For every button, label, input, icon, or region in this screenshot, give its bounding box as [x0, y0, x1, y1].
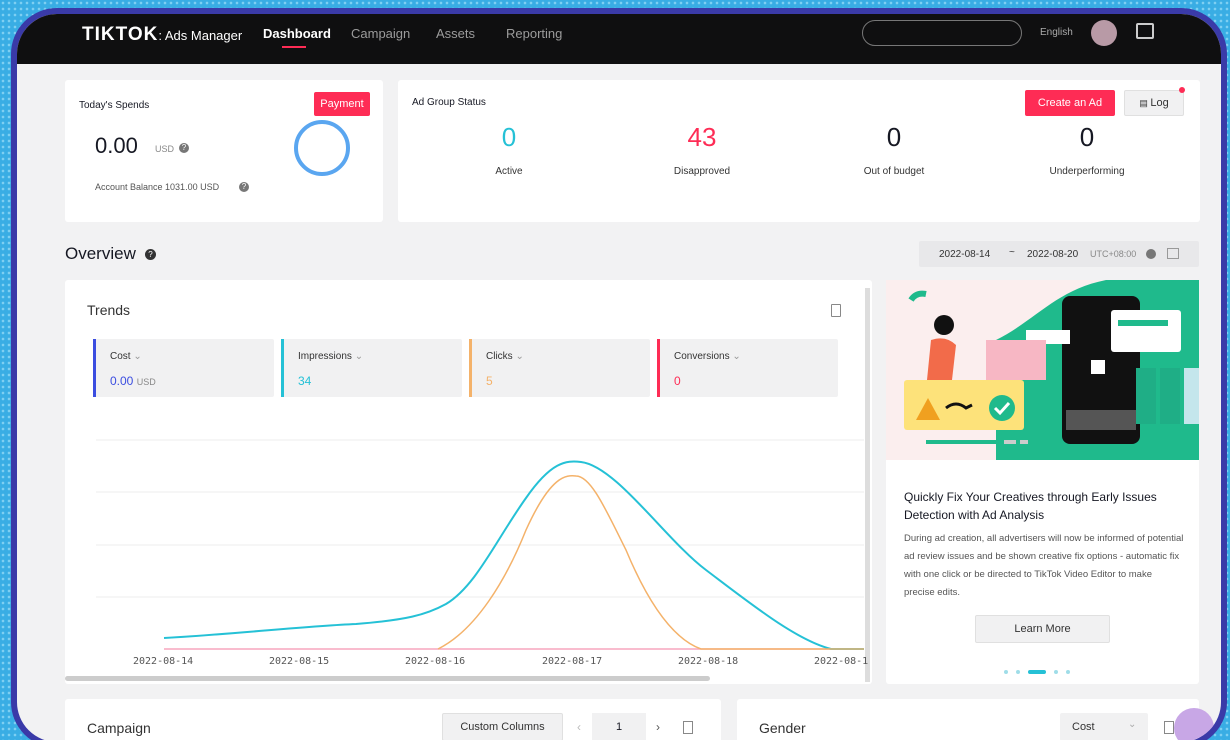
custom-columns-button[interactable]: Custom Columns [442, 713, 563, 740]
x-axis-tick: 2022-08-17 [542, 656, 603, 667]
x-axis-tick: 2022-08-16 [405, 656, 466, 667]
x-axis-tick: 2022-08-15 [269, 656, 330, 667]
campaign-title: Campaign [87, 720, 151, 736]
impressions-line [163, 460, 864, 650]
campaign-card: Campaign Custom Columns ‹ 1 › [65, 699, 721, 740]
screen-frame: TIKTOK: Ads Manager Dashboard Campaign A… [11, 8, 1227, 740]
page-number-input[interactable]: 1 [592, 713, 646, 740]
x-axis-tick: 2022-08-18 [678, 656, 739, 667]
x-axis-tick: 2022-08-1 [814, 656, 869, 667]
download-icon[interactable] [683, 721, 693, 734]
chart-gridlines [96, 439, 864, 598]
promo-title: Quickly Fix Your Creatives through Early… [904, 490, 1157, 522]
download-icon[interactable] [1164, 721, 1174, 734]
promo-body: During ad creation, all advertisers will… [904, 533, 1184, 598]
horizontal-scrollbar[interactable] [65, 676, 710, 681]
promo-illustration [886, 280, 1199, 460]
prev-page-icon[interactable]: ‹ [577, 720, 581, 734]
gender-card: Gender Cost ⌄ [737, 699, 1199, 740]
clicks-line [437, 475, 864, 650]
gender-title: Gender [759, 720, 806, 736]
gender-metric-select[interactable]: Cost ⌄ [1060, 713, 1148, 740]
help-chat-bubble[interactable] [1174, 708, 1214, 740]
chevron-down-icon: ⌄ [1128, 719, 1137, 730]
learn-more-button[interactable]: Learn More [975, 615, 1110, 643]
x-axis-tick: 2022-08-14 [133, 656, 194, 667]
next-page-icon[interactable]: › [656, 720, 660, 734]
